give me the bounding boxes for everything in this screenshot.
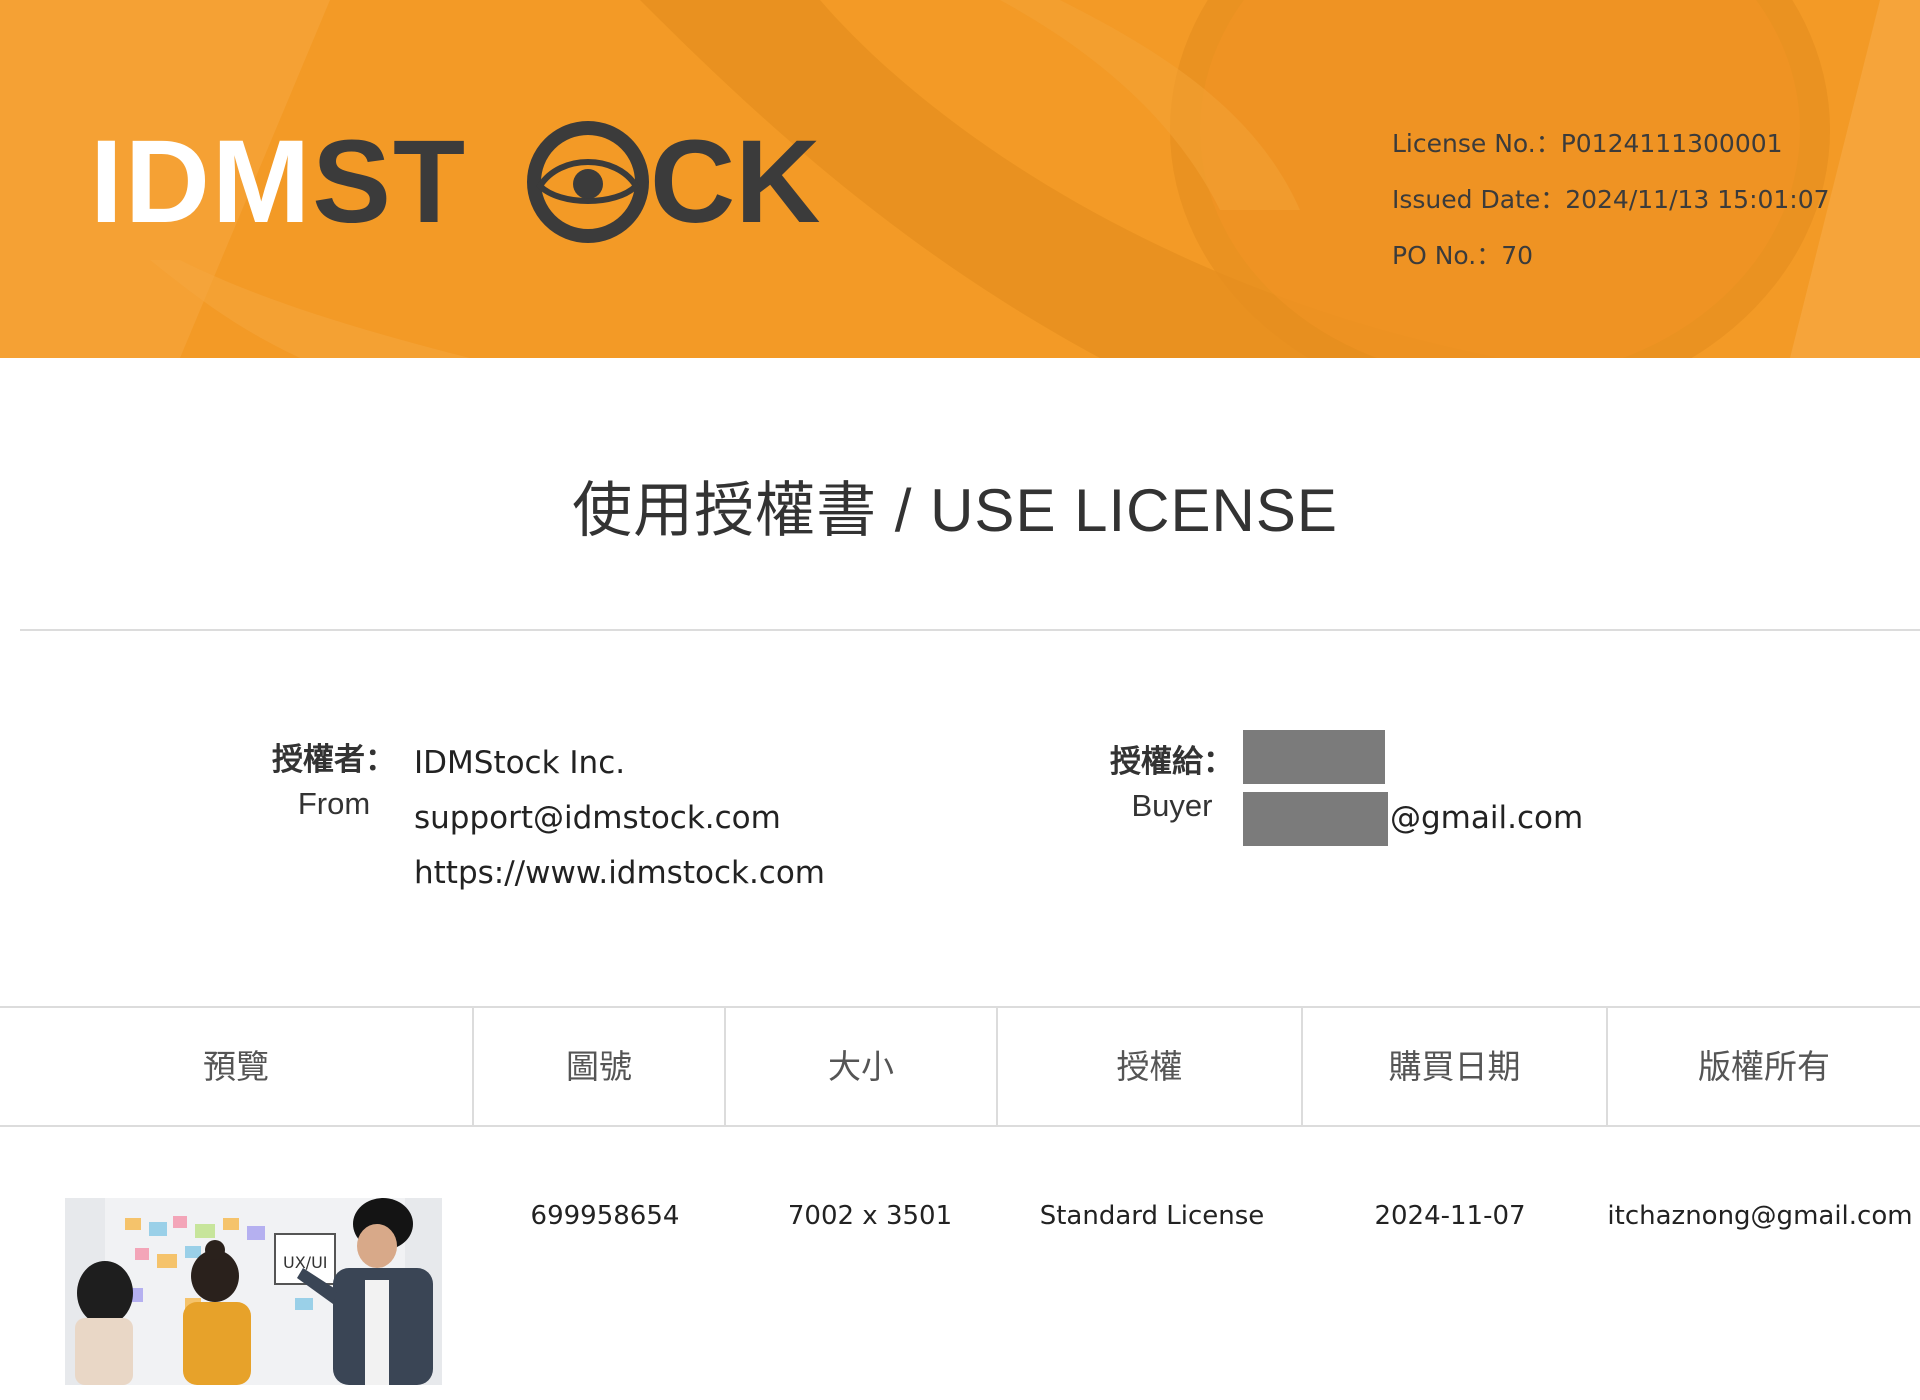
redacted-buyer-name	[1243, 730, 1385, 784]
preview-image: UX/UI	[65, 1198, 442, 1385]
cell-purchase-date: 2024-11-07	[1374, 1201, 1526, 1231]
header-image-id: 圖號	[474, 1008, 726, 1125]
from-email: support@idmstock.com	[414, 800, 781, 836]
cell-copyright: itchaznong@gmail.com	[1607, 1201, 1913, 1231]
buyer-email-suffix: @gmail.com	[1390, 800, 1584, 836]
from-label: 授權者： From	[272, 738, 396, 826]
po-number: PO No.：70	[1392, 241, 1534, 270]
page-title: 使用授權書 / USE LICENSE	[572, 477, 1338, 544]
photo-thumbnail-icon[interactable]: UX/UI	[65, 1198, 442, 1385]
svg-text:IDMST: IDMST	[90, 120, 467, 245]
header-purchase-date: 購買日期	[1303, 1008, 1608, 1125]
svg-text:UX/UI: UX/UI	[283, 1253, 328, 1272]
header-size: 大小	[726, 1008, 998, 1125]
cell-size: 7002 x 3501	[787, 1201, 953, 1231]
license-meta: License No.：P0124111300001 Issued Date：2…	[1392, 124, 1912, 292]
title-divider	[20, 629, 1920, 631]
from-label-zh: 授權者：	[272, 742, 396, 778]
svg-text:CK: CK	[650, 120, 820, 245]
header-preview: 預覽	[0, 1008, 474, 1125]
from-label-en: From	[297, 786, 371, 821]
buyer-label: 授權給： Buyer	[1110, 740, 1234, 828]
header-copyright: 版權所有	[1698, 1047, 1830, 1086]
cell-license: Standard License	[1039, 1201, 1265, 1231]
idmstock-logo: IDMST CK	[90, 120, 820, 245]
from-company: IDMStock Inc.	[414, 745, 626, 781]
header-banner: IDMST CK License No.：P0124111300001 Issu…	[0, 0, 1920, 358]
header-license: 授權	[998, 1008, 1303, 1125]
buyer-label-en: Buyer	[1131, 788, 1213, 823]
from-website: https://www.idmstock.com	[414, 855, 826, 891]
issued-date: Issued Date：2024/11/13 15:01:07	[1392, 185, 1830, 214]
redacted-buyer-email	[1243, 792, 1388, 846]
from-details: IDMStock Inc. support@idmstock.com https…	[414, 738, 825, 903]
table-header: 預覽 圖號 大小 授權 購買日期 版權所有	[0, 1006, 1920, 1127]
cell-image-id: 699958654	[530, 1201, 680, 1231]
license-number: License No.：P0124111300001	[1392, 129, 1783, 158]
buyer-label-zh: 授權給：	[1110, 744, 1234, 780]
